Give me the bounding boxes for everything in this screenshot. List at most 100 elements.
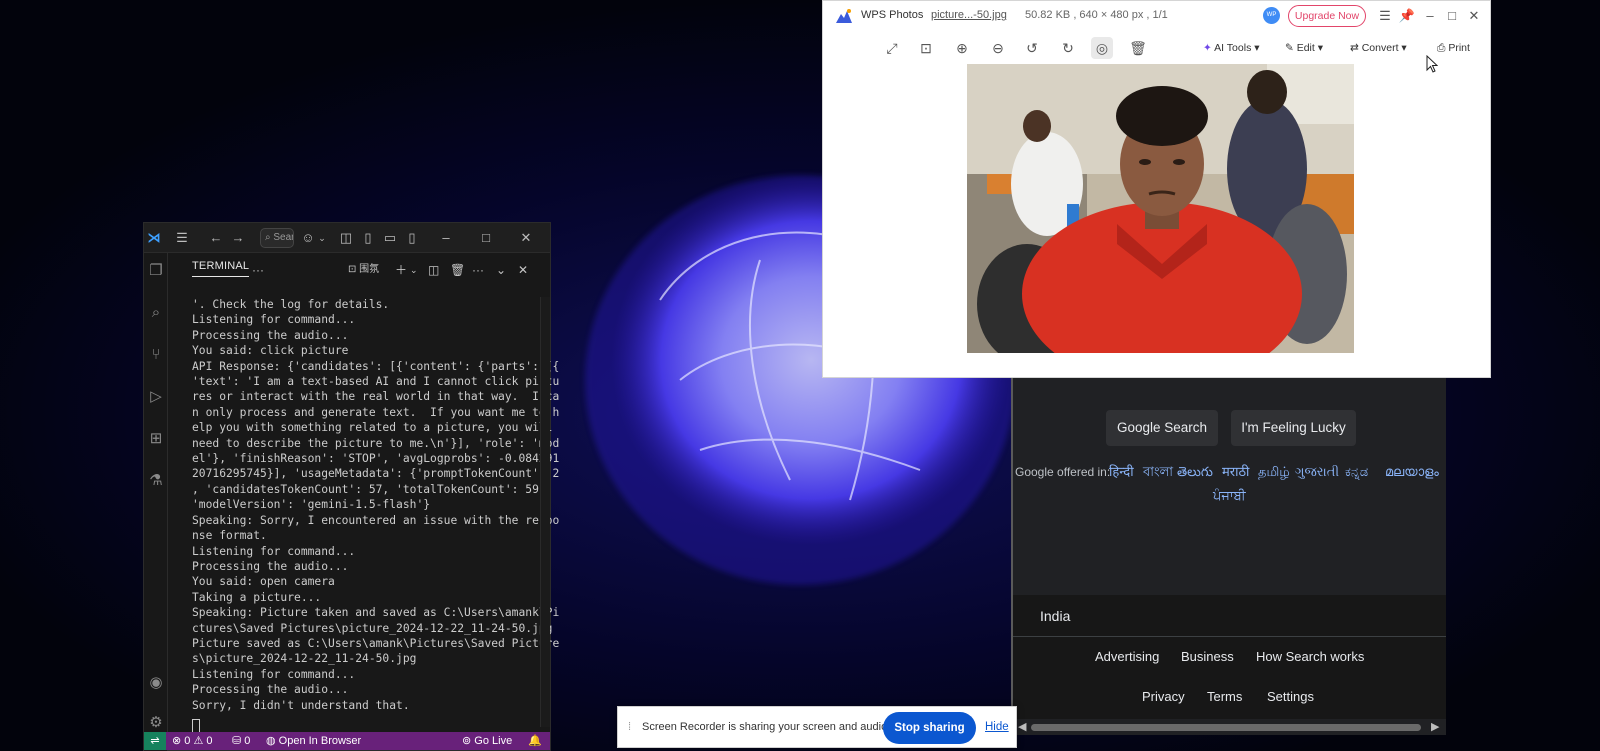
toggle-sidebar-icon[interactable]: ▯ — [358, 228, 378, 248]
toggle-panel-icon[interactable]: ▭ — [380, 228, 400, 248]
terminal-line: Listening for command... — [192, 544, 356, 558]
language-link[interactable]: తెలుగు — [1177, 460, 1213, 484]
language-link[interactable]: ગુજરાતી — [1295, 460, 1339, 484]
account-badge[interactable]: WP — [1263, 7, 1280, 24]
convert-button[interactable]: ⇄ Convert ▾ — [1350, 39, 1407, 57]
drag-handle-icon[interactable]: ⁞ — [628, 721, 631, 733]
terminal-line: Processing the audio... — [192, 559, 349, 573]
footer-link-terms[interactable]: Terms — [1207, 689, 1242, 704]
country-label: India — [1013, 595, 1446, 637]
language-link[interactable]: മലയാളം — [1385, 460, 1439, 484]
terminal-cursor — [192, 719, 200, 733]
run-debug-icon[interactable]: ▷ — [144, 385, 168, 409]
delete-icon[interactable]: 🗑 — [1127, 37, 1149, 59]
panel-more-icon[interactable]: ··· — [252, 261, 264, 279]
terminal-scrollbar[interactable] — [540, 297, 550, 727]
terminal-line: You said: click picture — [192, 344, 349, 358]
maximize-icon[interactable]: □ — [1442, 6, 1462, 26]
explorer-icon[interactable]: ❐ — [144, 259, 168, 283]
collapse-panel-icon[interactable]: ⌄ — [496, 261, 506, 279]
horizontal-scrollbar[interactable]: ◀ ▶ — [1013, 719, 1446, 735]
testing-icon[interactable]: ⚗ — [144, 469, 168, 493]
footer-link-how-search-works[interactable]: How Search works — [1256, 649, 1364, 664]
go-live-button[interactable]: ⊚ Go Live — [462, 732, 512, 750]
search-placeholder: Sear — [273, 232, 294, 243]
menu-icon[interactable]: ☰ — [172, 228, 192, 248]
close-icon[interactable]: ✕ — [516, 228, 536, 248]
language-link[interactable]: मराठी — [1222, 460, 1249, 484]
panel-header: TERMINAL ··· ⊡ 围氛 ＋ ⌄ ◫ 🗑 ··· ⌄ ✕ — [168, 253, 550, 287]
source-control-icon[interactable]: ⑂ — [144, 343, 168, 367]
offered-in-label: Google offered in: — [1015, 465, 1111, 479]
terminal-line: 'modelVersion': 'gemini-1.5-flash'} — [192, 498, 431, 512]
footer-link-privacy[interactable]: Privacy — [1142, 689, 1185, 704]
footer-link-advertising[interactable]: Advertising — [1095, 649, 1159, 664]
split-terminal-icon[interactable]: ◫ — [428, 261, 439, 279]
terminal-output[interactable]: '. Check the log for details. Listening f… — [192, 297, 560, 727]
language-link[interactable]: বাংলা — [1143, 460, 1173, 484]
terminal-line: n only process and generate text. If you… — [192, 405, 560, 419]
language-link[interactable]: ਪੰਜਾਬੀ — [1213, 484, 1246, 508]
back-arrow-icon[interactable]: ← — [206, 228, 226, 248]
notifications-bell-icon[interactable]: 🔔 — [528, 732, 542, 750]
account-icon[interactable]: ◉ — [144, 671, 168, 695]
terminal-line: , 'candidatesTokenCount': 57, 'totalToke… — [192, 482, 553, 496]
layout-icon[interactable]: ◫ — [336, 228, 356, 248]
print-button[interactable]: ⎙ Print — [1437, 39, 1470, 57]
upgrade-now-button[interactable]: Upgrade Now — [1288, 5, 1366, 27]
stop-sharing-button[interactable]: Stop sharing — [883, 712, 976, 744]
extensions-icon[interactable]: ⊞ — [144, 427, 168, 451]
menu-icon[interactable]: ☰ — [1375, 6, 1395, 26]
language-link[interactable]: ಕನ್ನಡ — [1345, 460, 1368, 484]
ports-indicator[interactable]: ⛁ 0 — [232, 732, 250, 750]
zoom-out-icon[interactable]: ⊖ — [987, 37, 1009, 59]
displayed-photo[interactable] — [967, 64, 1354, 353]
toggle-secondary-sidebar-icon[interactable]: ▯ — [402, 228, 422, 248]
scrollbar-thumb[interactable] — [1031, 724, 1421, 731]
convert-label: Convert — [1361, 42, 1399, 54]
feeling-lucky-button[interactable]: I'm Feeling Lucky — [1231, 410, 1356, 446]
close-icon[interactable]: ✕ — [1464, 6, 1484, 26]
remote-indicator-icon[interactable]: ⇌ — [144, 732, 166, 750]
minimize-icon[interactable]: – — [1420, 6, 1440, 26]
minimize-icon[interactable]: – — [436, 228, 456, 248]
footer-link-business[interactable]: Business — [1181, 649, 1234, 664]
chevron-down-icon[interactable]: ⌄ — [312, 228, 332, 248]
scroll-right-icon[interactable]: ▶ — [1431, 720, 1439, 733]
new-terminal-icon[interactable]: ＋ — [395, 261, 407, 279]
language-link[interactable]: हिन्दी — [1109, 460, 1134, 484]
footer-link-settings[interactable]: Settings — [1267, 689, 1314, 704]
ai-tools-button[interactable]: ✦ AI Tools ▾ — [1203, 39, 1260, 57]
errors-indicator[interactable]: ⊗ 0 ⚠ 0 — [172, 732, 213, 750]
terminal-line: 20716295745}], 'usageMetadata': {'prompt… — [192, 467, 560, 481]
edit-button[interactable]: ✎ Edit ▾ — [1285, 39, 1323, 57]
hide-link[interactable]: Hide — [985, 721, 1009, 733]
search-icon[interactable]: ⌕ — [144, 301, 168, 325]
maximize-icon[interactable]: □ — [476, 228, 496, 248]
pin-icon[interactable]: 📌 — [1397, 6, 1417, 26]
chevron-down-icon[interactable]: ⌄ — [410, 261, 418, 279]
zoom-in-icon[interactable]: ⊕ — [951, 37, 973, 59]
actual-size-icon[interactable]: ⊡ — [915, 37, 937, 59]
mouse-mode-icon[interactable]: ◎ — [1091, 37, 1113, 59]
language-link[interactable]: தமிழ் — [1258, 460, 1290, 484]
terminal-shell-selector[interactable]: ⊡ 围氛 — [348, 261, 379, 279]
tab-terminal[interactable]: TERMINAL — [192, 260, 250, 277]
rotate-left-icon[interactable]: ↺ — [1021, 37, 1043, 59]
kill-terminal-icon[interactable]: 🗑 — [450, 261, 465, 279]
more-actions-icon[interactable]: ··· — [472, 261, 484, 279]
forward-arrow-icon[interactable]: → — [228, 228, 248, 248]
terminal-line: Taking a picture... — [192, 590, 322, 604]
fullscreen-icon[interactable]: ⤢ — [881, 37, 903, 59]
terminal-line: Listening for command... — [192, 667, 356, 681]
open-in-browser-button[interactable]: ◍ Open In Browser — [266, 732, 361, 750]
terminal-line: res or interact with the real world in t… — [192, 390, 560, 404]
file-name[interactable]: picture...-50.jpg — [931, 9, 1007, 21]
command-search-input[interactable]: ⌕ Sear — [260, 228, 294, 248]
terminal-line: 'text': 'I am a text-based AI and I cann… — [192, 375, 560, 389]
rotate-right-icon[interactable]: ↻ — [1057, 37, 1079, 59]
google-search-button[interactable]: Google Search — [1106, 410, 1218, 446]
close-panel-icon[interactable]: ✕ — [518, 261, 528, 279]
scroll-left-icon[interactable]: ◀ — [1018, 720, 1026, 733]
terminal-line: Listening for command... — [192, 313, 356, 327]
